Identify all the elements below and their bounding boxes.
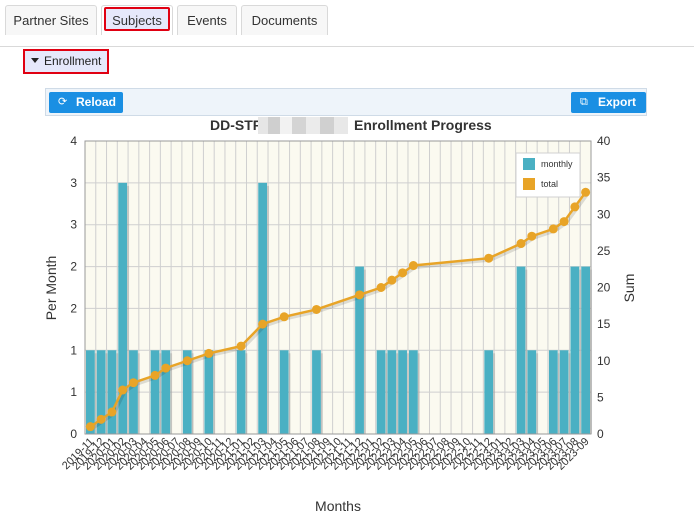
chart-title-suffix: Enrollment Progress bbox=[354, 117, 492, 133]
bar bbox=[548, 350, 558, 434]
total-point bbox=[559, 217, 569, 227]
legend-label-monthly: monthly bbox=[541, 159, 573, 169]
total-point bbox=[527, 231, 537, 241]
enrollment-chart: 0112233405101520253035402019-112019-1220… bbox=[43, 117, 637, 514]
total-point bbox=[258, 319, 268, 329]
y2-tick-label: 25 bbox=[597, 244, 611, 258]
total-point bbox=[484, 253, 494, 263]
title-redaction-block bbox=[306, 117, 320, 134]
legend-label-total: total bbox=[541, 179, 558, 189]
total-point bbox=[182, 356, 192, 366]
total-point bbox=[376, 283, 386, 292]
y-tick-label: 1 bbox=[70, 343, 77, 357]
bar bbox=[279, 350, 289, 434]
chart-legend: monthly total bbox=[515, 152, 581, 198]
total-point bbox=[398, 268, 408, 278]
y-tick-label: 2 bbox=[70, 301, 77, 315]
bar bbox=[150, 350, 160, 434]
total-point bbox=[355, 290, 365, 300]
y-tick-label: 3 bbox=[70, 218, 77, 232]
y-tick-label: 2 bbox=[70, 260, 77, 274]
legend-swatch-monthly bbox=[523, 158, 535, 170]
y-tick-label: 0 bbox=[70, 427, 77, 441]
total-point bbox=[570, 202, 580, 212]
y2-axis-label: Sum bbox=[621, 274, 637, 303]
bar bbox=[387, 350, 397, 434]
title-redaction-block bbox=[280, 117, 294, 134]
y-axis-label: Per Month bbox=[43, 256, 59, 321]
total-point bbox=[581, 187, 591, 197]
bar bbox=[516, 266, 526, 434]
bar bbox=[581, 266, 590, 434]
total-point bbox=[236, 341, 246, 351]
title-redaction-block bbox=[268, 117, 282, 134]
total-point bbox=[118, 385, 128, 395]
y2-tick-label: 5 bbox=[597, 390, 604, 404]
total-point bbox=[150, 370, 160, 380]
bar bbox=[236, 350, 246, 434]
total-point bbox=[548, 224, 558, 234]
total-point bbox=[128, 378, 138, 388]
y2-tick-label: 10 bbox=[597, 354, 611, 368]
title-redaction-block bbox=[320, 117, 334, 134]
total-point bbox=[107, 407, 117, 417]
bar bbox=[312, 350, 321, 434]
y-tick-label: 1 bbox=[70, 385, 77, 399]
total-point bbox=[387, 275, 397, 285]
title-redaction-block bbox=[334, 117, 348, 134]
bar bbox=[161, 350, 171, 434]
total-point bbox=[516, 239, 526, 249]
bar bbox=[484, 350, 494, 434]
total-point bbox=[204, 348, 214, 358]
y2-tick-label: 0 bbox=[597, 427, 604, 441]
x-axis-label: Months bbox=[315, 498, 361, 514]
total-point bbox=[311, 304, 321, 314]
total-point bbox=[161, 363, 171, 373]
bar bbox=[129, 350, 138, 434]
title-redaction-block bbox=[292, 117, 306, 134]
bar bbox=[527, 350, 537, 434]
bar bbox=[408, 350, 418, 434]
bar bbox=[86, 350, 95, 434]
y-tick-label: 3 bbox=[70, 176, 77, 190]
total-point bbox=[85, 422, 95, 432]
y-tick-label: 4 bbox=[70, 134, 77, 148]
bar bbox=[398, 350, 407, 434]
bar bbox=[107, 350, 117, 434]
bar bbox=[570, 266, 580, 434]
total-point bbox=[408, 261, 418, 271]
bar bbox=[376, 350, 386, 434]
total-point bbox=[96, 414, 106, 424]
bar bbox=[559, 350, 569, 434]
y2-tick-label: 30 bbox=[597, 207, 611, 221]
bar bbox=[258, 182, 268, 434]
y2-tick-label: 15 bbox=[597, 317, 611, 331]
y2-tick-label: 35 bbox=[597, 171, 611, 185]
y2-tick-label: 40 bbox=[597, 134, 611, 148]
y2-tick-label: 20 bbox=[597, 281, 611, 295]
bar bbox=[204, 350, 214, 434]
legend-swatch-total bbox=[523, 178, 535, 190]
total-point bbox=[279, 312, 289, 322]
